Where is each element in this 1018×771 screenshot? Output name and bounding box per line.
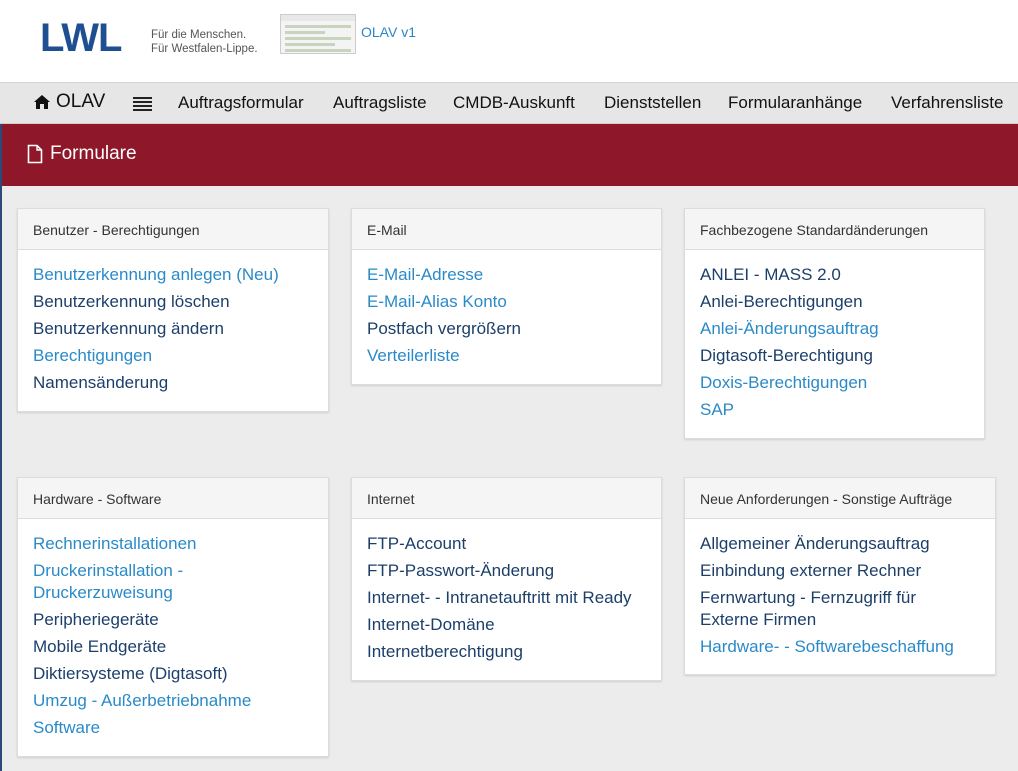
card-benutzer-berechtigungen: Benutzer - Berechtigungen Benutzerkennun…	[17, 208, 329, 412]
nav-item-dienststellen[interactable]: Dienststellen	[604, 93, 701, 113]
card-title: Internet	[352, 478, 661, 519]
page-title-bar: Formulare	[2, 124, 1018, 186]
form-link[interactable]: Benutzerkennung anlegen (Neu)	[33, 264, 313, 286]
card-e-mail: E-Mail E-Mail-Adresse E-Mail-Alias Konto…	[351, 208, 662, 385]
form-link[interactable]: Fernwartung - Fernzugriff für Externe Fi…	[700, 587, 940, 631]
form-link[interactable]: Software	[33, 717, 313, 739]
form-link[interactable]: Umzug - Außerbetriebnahme	[33, 690, 313, 712]
form-link[interactable]: Druckerinstallation - Druckerzuweisung	[33, 560, 233, 604]
logo-wordmark: LWL	[40, 16, 122, 60]
form-link[interactable]: FTP-Passwort-Änderung	[367, 560, 646, 582]
page-title: Formulare	[50, 143, 137, 164]
form-link[interactable]: Digtasoft-Berechtigung	[700, 345, 969, 367]
form-link[interactable]: Postfach vergrößern	[367, 318, 646, 340]
hamburger-menu-icon[interactable]	[133, 97, 152, 111]
form-link[interactable]: Namensänderung	[33, 372, 313, 394]
nav-home-link[interactable]: OLAV	[33, 91, 105, 113]
card-fachbezogene-standardaenderungen: Fachbezogene Standardänderungen ANLEI - …	[684, 208, 985, 439]
tagline-line-1: Für die Menschen.	[151, 29, 247, 41]
form-link[interactable]: Peripheriegeräte	[33, 609, 313, 631]
form-link[interactable]: Benutzerkennung löschen	[33, 291, 313, 313]
card-neue-anforderungen-sonstige-auftraege: Neue Anforderungen - Sonstige Aufträge A…	[684, 477, 996, 675]
home-icon	[34, 95, 50, 109]
tagline-line-2: Für Westfalen-Lippe.	[151, 43, 258, 55]
app-version-link[interactable]: OLAV v1	[361, 24, 416, 40]
form-link[interactable]: Internet-Domäne	[367, 614, 646, 636]
form-link[interactable]: Berechtigungen	[33, 345, 313, 367]
main-navbar: OLAV Auftragsformular Auftragsliste CMDB…	[0, 82, 1018, 124]
form-link[interactable]: Verteilerliste	[367, 345, 646, 367]
form-link[interactable]: Rechnerinstallationen	[33, 533, 313, 555]
card-internet: Internet FTP-Account FTP-Passwort-Änderu…	[351, 477, 662, 681]
form-link[interactable]: Einbindung externer Rechner	[700, 560, 980, 582]
form-link[interactable]: Anlei-Änderungsauftrag	[700, 318, 969, 340]
card-title: Hardware - Software	[18, 478, 328, 519]
card-title: Neue Anforderungen - Sonstige Aufträge	[685, 478, 995, 519]
form-link[interactable]: E-Mail-Adresse	[367, 264, 646, 286]
form-link[interactable]: Internet- - Intranetauftritt mit Ready	[367, 587, 646, 609]
nav-item-auftragsliste[interactable]: Auftragsliste	[333, 93, 427, 113]
form-link[interactable]: Internetberechtigung	[367, 641, 646, 663]
form-link[interactable]: Allgemeiner Änderungsauftrag	[700, 533, 980, 555]
form-link[interactable]: Hardware- - Softwarebeschaffung	[700, 636, 980, 658]
nav-item-cmdb-auskunft[interactable]: CMDB-Auskunft	[453, 93, 575, 113]
form-link[interactable]: E-Mail-Alias Konto	[367, 291, 646, 313]
form-link[interactable]: SAP	[700, 399, 969, 421]
form-link[interactable]: Mobile Endgeräte	[33, 636, 313, 658]
logo-tagline: Für die Menschen. Für Westfalen-Lippe.	[151, 28, 258, 56]
site-header: LWL Für die Menschen. Für Westfalen-Lipp…	[0, 0, 1018, 82]
card-title: Fachbezogene Standardänderungen	[685, 209, 984, 250]
card-title: Benutzer - Berechtigungen	[18, 209, 328, 250]
app-thumbnail-image[interactable]	[280, 14, 356, 54]
form-link[interactable]: Anlei-Berechtigungen	[700, 291, 969, 313]
nav-item-verfahrensliste[interactable]: Verfahrensliste	[891, 93, 1003, 113]
nav-item-formularanhaenge[interactable]: Formularanhänge	[728, 93, 862, 113]
nav-home-label: OLAV	[56, 91, 106, 112]
form-link[interactable]: ANLEI - MASS 2.0	[700, 264, 969, 286]
form-link[interactable]: Benutzerkennung ändern	[33, 318, 313, 340]
card-title: E-Mail	[352, 209, 661, 250]
form-link[interactable]: Diktiersysteme (Digtasoft)	[33, 663, 313, 685]
nav-item-auftragsformular[interactable]: Auftragsformular	[178, 93, 304, 113]
card-hardware-software: Hardware - Software Rechnerinstallatione…	[17, 477, 329, 757]
document-icon	[27, 144, 43, 164]
form-link[interactable]: FTP-Account	[367, 533, 646, 555]
lwl-logo[interactable]: LWL Für die Menschen. Für Westfalen-Lipp…	[40, 16, 270, 60]
form-link[interactable]: Doxis-Berechtigungen	[700, 372, 969, 394]
